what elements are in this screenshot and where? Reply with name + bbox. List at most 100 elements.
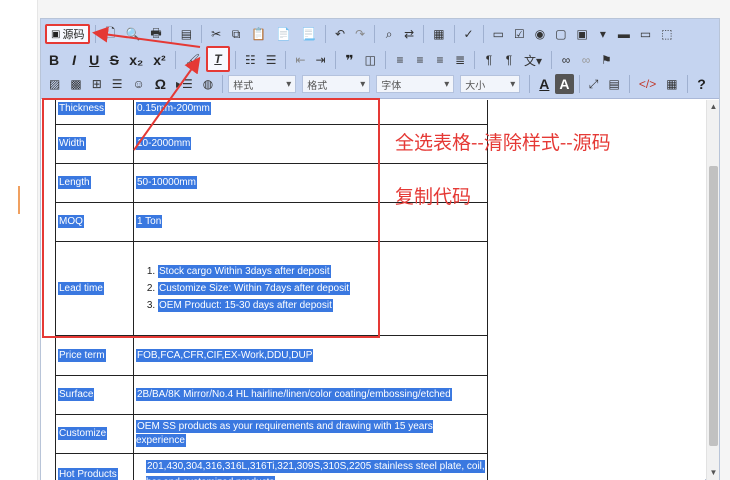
toolbar-separator <box>222 75 224 93</box>
toolbar-row-3: ▨ ▩ ⊞ ☰ ☺ Ω ▸☰ ◍ 样式 ▾ 格式 ▾ 字体 ▾ 大小 ▾ A A… <box>45 73 711 95</box>
indent-icon[interactable]: ⇥ <box>312 50 330 70</box>
bold-button[interactable]: B <box>45 50 63 70</box>
toolbar-separator <box>170 25 172 43</box>
toolbar-separator <box>95 25 97 43</box>
cell-text: Hot Products <box>58 467 118 480</box>
size-dropdown-label: 大小 <box>465 80 486 92</box>
language-icon[interactable]: 文▾ <box>520 50 546 70</box>
html-code-icon[interactable]: </> <box>635 74 660 94</box>
replace-icon[interactable]: ⇄ <box>400 24 418 44</box>
preview-doc-icon[interactable]: ▦ <box>662 74 681 94</box>
scrollbar-thumb[interactable] <box>709 166 718 446</box>
table-cell-value: FOB,FCA,CFR,CIF,EX-Work,DDU,DUP <box>133 335 488 376</box>
scroll-down-icon[interactable]: ▼ <box>707 466 720 480</box>
toolbar-separator <box>285 51 287 69</box>
iframe-icon[interactable]: ◍ <box>199 74 217 94</box>
table-row: Hot Products 201,430,304,316,316L,316Ti,… <box>55 453 488 480</box>
toolbar-separator <box>423 25 425 43</box>
checkbox-icon[interactable]: ☑ <box>510 24 529 44</box>
link-icon[interactable]: ∞ <box>557 50 575 70</box>
copy-format-icon[interactable]: 🖌 <box>181 50 204 70</box>
cut-icon[interactable]: ✂ <box>207 24 225 44</box>
source-button[interactable]: ▣ 源码 <box>45 24 91 44</box>
cell-text: OEM SS products as your requirements and… <box>136 420 433 447</box>
radio-icon[interactable]: ◉ <box>531 24 549 44</box>
table-cell-key: Hot Products <box>55 453 134 480</box>
undo-icon[interactable]: ↶ <box>331 24 349 44</box>
align-left-icon[interactable]: ≡ <box>391 50 409 70</box>
scroll-up-icon[interactable]: ▲ <box>707 100 720 114</box>
toolbar-separator <box>234 51 236 69</box>
vertical-scrollbar[interactable]: ▲ ▼ <box>706 100 719 480</box>
italic-button[interactable]: I <box>65 50 83 70</box>
paste-word-icon[interactable]: 📃 <box>297 24 320 44</box>
imagebutton-icon[interactable]: ▭ <box>636 24 655 44</box>
select-icon[interactable]: ▾ <box>594 24 612 44</box>
help-icon[interactable]: ? <box>693 74 711 94</box>
anchor-icon[interactable]: ⚑ <box>597 50 616 70</box>
align-right-icon[interactable]: ≡ <box>431 50 449 70</box>
templates-icon[interactable]: ▤ <box>177 24 196 44</box>
toolbar-separator <box>686 75 688 93</box>
format-dropdown-label: 格式 <box>307 80 328 92</box>
div-icon[interactable]: ◫ <box>361 50 380 70</box>
find-icon[interactable]: ⌕ <box>380 24 398 44</box>
table-cell-key: Customize <box>55 414 134 454</box>
size-dropdown[interactable]: 大小 ▾ <box>460 75 521 93</box>
numbered-list-icon[interactable]: ☷ <box>241 50 260 70</box>
justify-icon[interactable]: ≣ <box>451 50 469 70</box>
textarea-icon[interactable]: ▣ <box>573 24 592 44</box>
new-page-icon[interactable]: 🗋 <box>101 24 119 44</box>
remove-format-button[interactable]: T <box>205 46 230 72</box>
table-row: Customize OEM SS products as your requir… <box>55 414 488 454</box>
special-char-icon[interactable]: Ω <box>151 74 170 94</box>
form-icon[interactable]: ▭ <box>489 24 508 44</box>
maximize-icon[interactable]: ⤢ <box>585 74 603 94</box>
toolbar-separator <box>578 75 580 93</box>
paste-text-icon[interactable]: 📄 <box>272 24 295 44</box>
image-icon[interactable]: ▨ <box>45 74 64 94</box>
background-color-icon[interactable]: A <box>555 74 574 94</box>
text-color-icon[interactable]: A <box>535 74 553 94</box>
align-center-icon[interactable]: ≡ <box>411 50 429 70</box>
rtl-icon[interactable]: ¶ <box>500 50 518 70</box>
format-dropdown[interactable]: 格式 ▾ <box>302 75 371 93</box>
button-icon[interactable]: ▬ <box>614 24 634 44</box>
redo-icon[interactable]: ↷ <box>351 24 369 44</box>
hiddenfield-icon[interactable]: ⬚ <box>657 24 676 44</box>
blockquote-icon[interactable]: ❞ <box>341 50 359 70</box>
styles-dropdown[interactable]: 样式 ▾ <box>228 75 297 93</box>
bulleted-list-icon[interactable]: ☰ <box>262 50 281 70</box>
toolbar-separator <box>529 75 531 93</box>
smiley-icon[interactable]: ☺ <box>129 74 149 94</box>
table-row: Price term FOB,FCA,CFR,CIF,EX-Work,DDU,D… <box>55 335 488 376</box>
toolbar-separator <box>374 25 376 43</box>
toolbar-separator <box>174 51 176 69</box>
preview-icon[interactable]: 🔍 <box>121 24 144 44</box>
unlink-icon[interactable]: ∞ <box>577 50 595 70</box>
show-blocks-icon[interactable]: ▤ <box>605 74 624 94</box>
subscript-button[interactable]: x₂ <box>125 50 147 70</box>
chevron-down-icon: ▾ <box>286 78 292 90</box>
strike-button[interactable]: S <box>105 50 123 70</box>
copy-icon[interactable]: ⧉ <box>227 24 245 44</box>
superscript-button[interactable]: x² <box>149 50 169 70</box>
spellcheck-icon[interactable]: ✓ <box>460 24 478 44</box>
outdent-icon[interactable]: ⇤ <box>291 50 309 70</box>
underline-button[interactable]: U <box>85 50 103 70</box>
selection-highlight-box <box>42 98 380 338</box>
table-icon[interactable]: ⊞ <box>88 74 106 94</box>
toolbar-row-1: ▣ 源码 🗋 🔍 🖶 ▤ ✂ ⧉ 📋 📄 📃 ↶ ↷ ⌕ ⇄ ▦ ✓ ▭ ☑ ◉… <box>45 23 677 45</box>
select-all-icon[interactable]: ▦ <box>429 24 448 44</box>
horizontal-rule-icon[interactable]: ☰ <box>108 74 127 94</box>
page-break-icon[interactable]: ▸☰ <box>172 74 197 94</box>
toolbar-separator <box>325 25 326 43</box>
font-dropdown[interactable]: 字体 ▾ <box>376 75 455 93</box>
textfield-icon[interactable]: ▢ <box>551 24 570 44</box>
chevron-down-icon: ▾ <box>510 78 516 90</box>
flash-icon[interactable]: ▩ <box>66 74 85 94</box>
ltr-icon[interactable]: ¶ <box>480 50 498 70</box>
print-icon[interactable]: 🖶 <box>146 24 165 44</box>
chevron-down-icon: ▾ <box>444 78 450 90</box>
paste-icon[interactable]: 📋 <box>247 24 270 44</box>
